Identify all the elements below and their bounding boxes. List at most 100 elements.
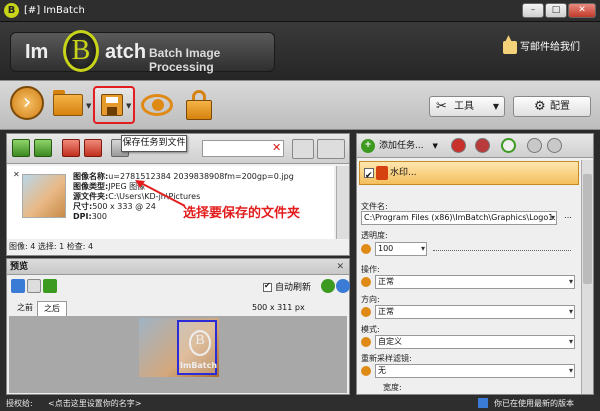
mail-us-button[interactable]: 写邮件给我们: [503, 34, 580, 54]
save-icon: [101, 94, 123, 116]
orange-icon: [361, 244, 371, 254]
hand-icon[interactable]: [27, 279, 41, 293]
info-icon: [478, 398, 488, 408]
open-folder-button[interactable]: ▼: [50, 86, 91, 124]
annotation-arrow: [135, 180, 186, 207]
preview-tabs: 之前 之后 500 x 311 px: [7, 299, 349, 316]
logo-text-right: atch: [105, 41, 147, 63]
license-label: 授权给:: [6, 399, 33, 408]
update-status: 你已在使用最新的版本: [494, 399, 574, 408]
globe-icon[interactable]: [336, 279, 350, 293]
preview-eye-button[interactable]: [138, 86, 176, 124]
remove-all-icon[interactable]: [84, 139, 102, 157]
operation-label: 操作:: [361, 265, 380, 274]
preview-dimensions: 500 x 311 px: [252, 303, 305, 312]
app-icon: B: [4, 3, 19, 18]
config-label: 配置: [550, 101, 570, 112]
task-settings-scrollbar[interactable]: [581, 160, 593, 394]
orange-icon: [361, 366, 371, 376]
logo-subtitle: Batch Image Processing: [149, 46, 221, 74]
config-button[interactable]: ⚙ 配置: [513, 96, 591, 117]
enable-task-icon[interactable]: [501, 138, 516, 153]
eye-icon: [141, 94, 173, 116]
remove-image-icon[interactable]: [62, 139, 80, 157]
mail-icon: [503, 34, 517, 54]
status-bar: 授权给: <点击这里设置你的名字> 你已在使用最新的版本: [0, 396, 600, 411]
tools-button[interactable]: ✂ 工具 ▼: [429, 96, 505, 117]
list-view-icon[interactable]: [317, 139, 345, 159]
register-link[interactable]: <点击这里设置你的名字>: [48, 396, 141, 411]
title-bar: B [#] ImBatch – □ ✕: [0, 0, 600, 22]
main-toolbar: › ▼ ▼ ✂ 工具 ▼ ⚙ 配置: [0, 80, 600, 130]
filename-field[interactable]: C:\Program Files (x86)\ImBatch\Graphics\…: [361, 211, 557, 225]
opacity-stepper[interactable]: 100: [375, 242, 427, 256]
task-toolbar: + 添加任务... ▼: [357, 134, 593, 158]
save-task-button[interactable]: ▼: [93, 86, 135, 124]
close-icon[interactable]: ✕: [13, 170, 20, 179]
zoom-fit-icon[interactable]: [43, 279, 57, 293]
task-enabled-checkbox[interactable]: [364, 165, 374, 187]
preview-canvas[interactable]: ImBatch: [9, 316, 347, 393]
mode-label: 模式:: [361, 325, 380, 334]
app-header: Im B atch Batch Image Processing 写邮件给我们: [0, 22, 600, 80]
chevron-down-icon[interactable]: ▼: [86, 102, 91, 110]
chevron-down-icon: ▼: [432, 142, 438, 150]
maximize-button[interactable]: □: [545, 3, 567, 18]
browse-button[interactable]: ...: [560, 211, 576, 225]
auto-refresh-checkbox[interactable]: 自动刷新: [263, 280, 311, 293]
watermark-text: ImBatch: [180, 361, 218, 370]
minimize-button[interactable]: –: [522, 3, 544, 18]
logo-b-icon: B: [63, 30, 99, 72]
preview-toolbar: 自动刷新: [7, 276, 350, 296]
image-list-scrollbar[interactable]: [336, 166, 349, 239]
opacity-slider[interactable]: [433, 250, 571, 251]
logo-text-left: Im: [25, 41, 49, 63]
save-tooltip: 保存任务到文件: [121, 135, 187, 152]
clear-filter-icon[interactable]: ✕: [272, 141, 281, 154]
mail-us-label: 写邮件给我们: [520, 42, 580, 53]
task-panel: +添加任务... ▼ 水印... 文件名: C:\Program Files (…: [356, 133, 594, 395]
annotation-text: 选择要保存的文件夹: [183, 206, 301, 221]
resample-select[interactable]: 无: [375, 364, 575, 378]
tools-icon: ✂: [436, 99, 447, 114]
shop-button[interactable]: [182, 86, 218, 124]
refresh-icon[interactable]: [321, 279, 335, 293]
bag-icon: [186, 100, 212, 120]
add-task-button[interactable]: + 添加任务... ▼: [361, 138, 438, 154]
gear-icon: ⚙: [534, 99, 546, 114]
orange-icon: [361, 277, 371, 287]
mode-select[interactable]: 自定义: [375, 335, 575, 349]
tab-before[interactable]: 之前: [11, 301, 39, 316]
task-item-watermark[interactable]: 水印...: [359, 161, 579, 187]
direction-select[interactable]: 正常: [375, 305, 575, 319]
close-button[interactable]: ✕: [568, 3, 596, 18]
width-label: 宽度:: [383, 383, 402, 392]
add-image-icon[interactable]: [12, 139, 30, 157]
orange-icon: [361, 337, 371, 347]
plus-icon: +: [361, 139, 375, 153]
chevron-down-icon[interactable]: ▼: [126, 102, 131, 110]
play-icon[interactable]: ›: [10, 86, 44, 120]
thumbnail-view-icon[interactable]: [292, 139, 314, 159]
zoom-icon[interactable]: [11, 279, 25, 293]
app-logo: Im B atch Batch Image Processing: [10, 30, 275, 74]
image-thumbnail: [22, 174, 66, 218]
close-icon[interactable]: ✕: [336, 259, 344, 275]
resample-label: 重新采样滤镜:: [361, 354, 412, 363]
orange-icon: [361, 307, 371, 317]
remove-all-tasks-icon[interactable]: [475, 138, 490, 153]
operation-select[interactable]: 正常: [375, 275, 575, 289]
tools-label: 工具: [454, 101, 474, 112]
window-title: [#] ImBatch: [24, 5, 85, 16]
direction-label: 方向:: [361, 295, 380, 304]
move-down-icon[interactable]: [547, 138, 562, 153]
tab-after[interactable]: 之后: [37, 301, 67, 316]
opacity-label: 透明度:: [361, 231, 388, 240]
watermark-icon: [376, 166, 388, 180]
add-folder-icon[interactable]: [34, 139, 52, 157]
preview-panel: 预览 ✕ 自动刷新 之前 之后 500 x 311 px ImBatch: [6, 258, 350, 395]
move-up-icon[interactable]: [527, 138, 542, 153]
preview-title: 预览 ✕: [7, 259, 349, 275]
image-count-status: 图像: 4 选择: 1 检查: 4: [9, 242, 94, 251]
chevron-down-icon: ▼: [492, 102, 499, 111]
